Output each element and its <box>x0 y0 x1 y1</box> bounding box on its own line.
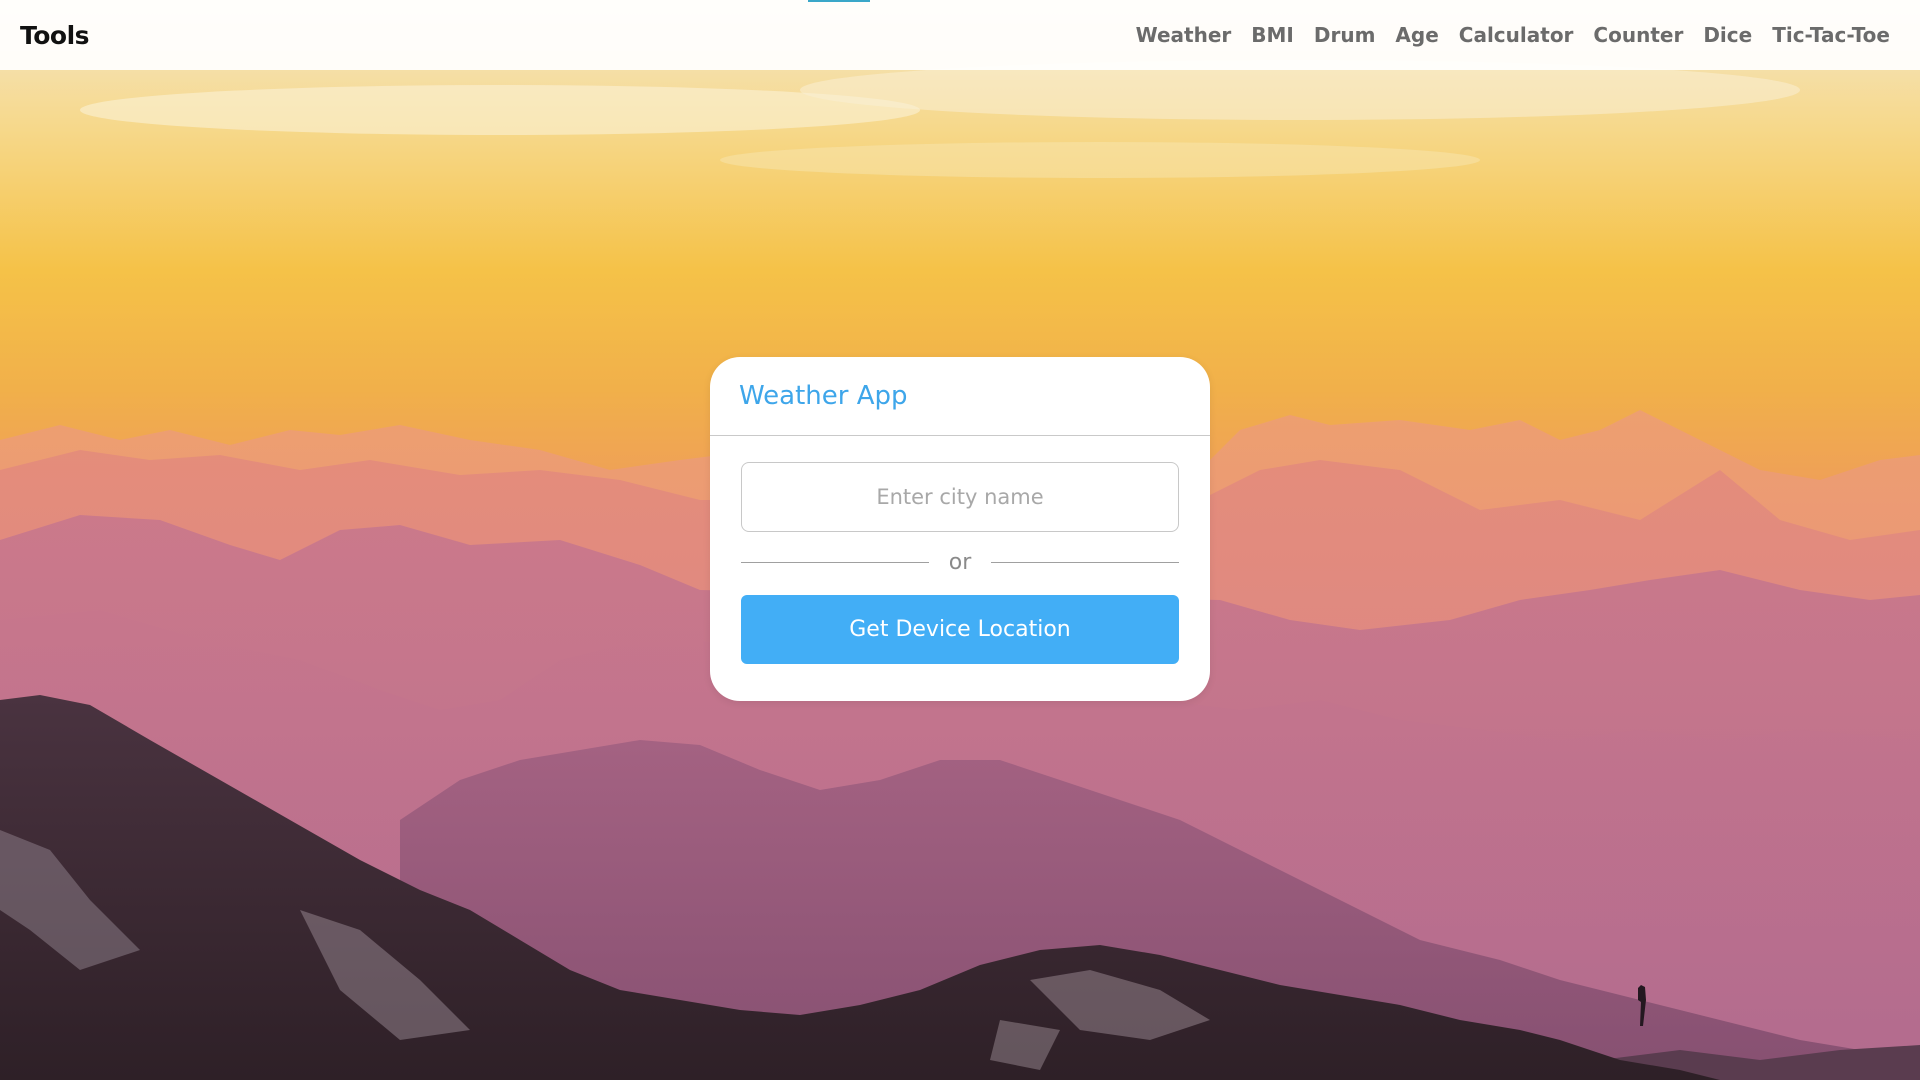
nav-links: Weather BMI Drum Age Calculator Counter … <box>1136 23 1890 47</box>
or-label: or <box>948 549 972 575</box>
nav-link-calculator[interactable]: Calculator <box>1459 23 1574 47</box>
nav-link-weather[interactable]: Weather <box>1136 23 1232 47</box>
nav-link-tic-tac-toe[interactable]: Tic-Tac-Toe <box>1772 23 1890 47</box>
nav-link-bmi[interactable]: BMI <box>1251 23 1294 47</box>
city-name-input[interactable] <box>741 462 1179 532</box>
divider-line-right <box>990 561 1179 563</box>
brand-logo[interactable]: Tools <box>20 21 90 50</box>
nav-active-indicator <box>808 0 870 2</box>
nav-link-dice[interactable]: Dice <box>1703 23 1752 47</box>
top-navbar: Tools Weather BMI Drum Age Calculator Co… <box>0 0 1920 70</box>
weather-card: Weather App or Get Device Location <box>710 357 1210 701</box>
or-divider: or <box>741 547 1179 577</box>
card-header: Weather App <box>710 357 1210 436</box>
get-device-location-button[interactable]: Get Device Location <box>741 595 1179 664</box>
divider-line-left <box>741 561 929 563</box>
nav-link-age[interactable]: Age <box>1395 23 1438 47</box>
nav-link-counter[interactable]: Counter <box>1593 23 1683 47</box>
card-title: Weather App <box>739 381 908 411</box>
nav-link-drum[interactable]: Drum <box>1314 23 1376 47</box>
